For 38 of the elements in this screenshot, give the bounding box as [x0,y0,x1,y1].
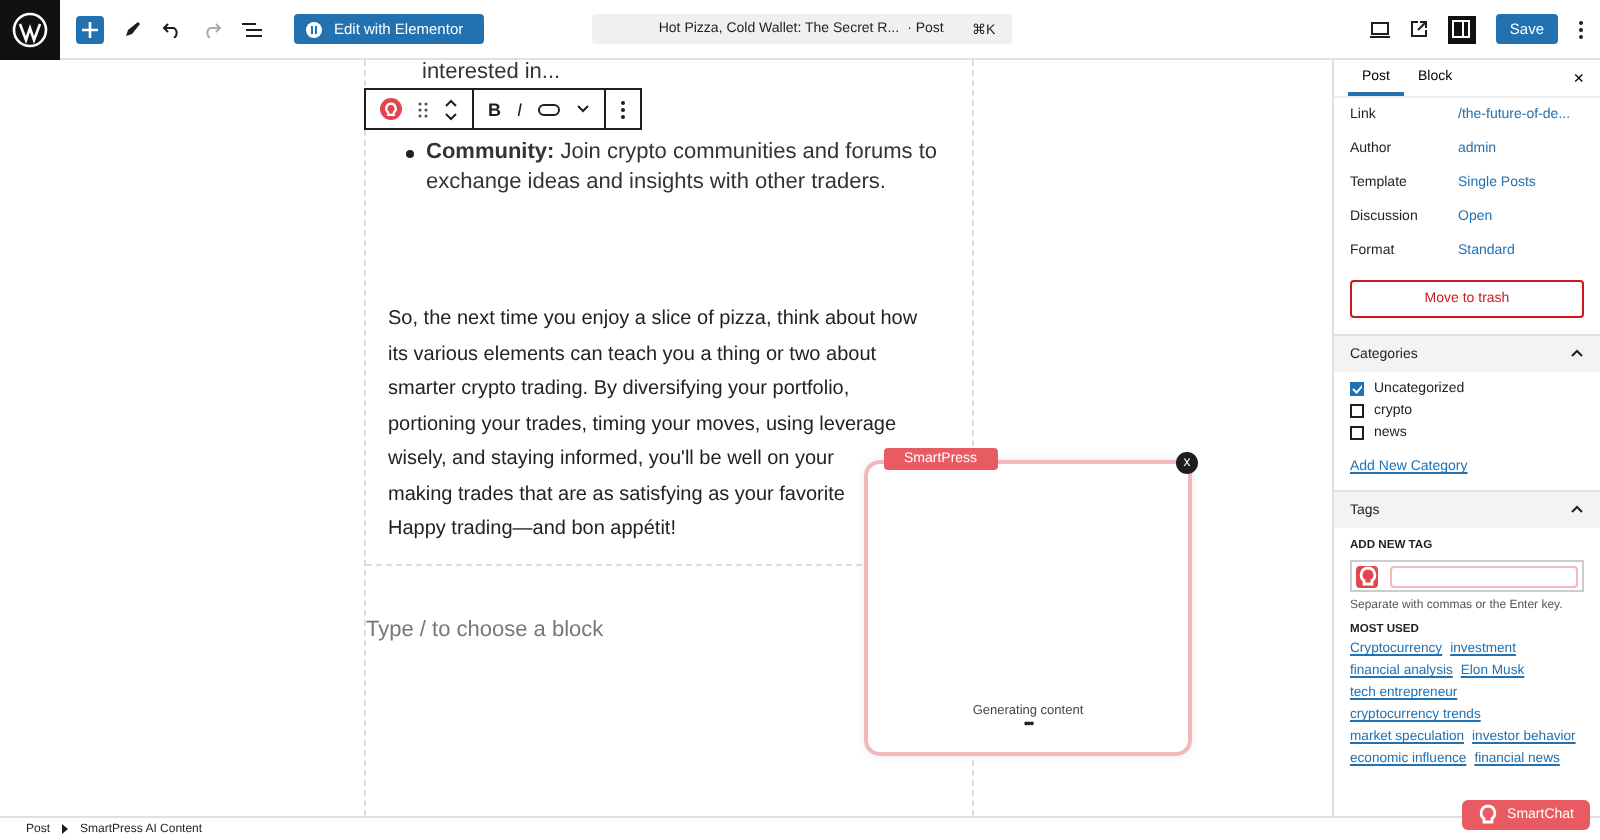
lightbulb-icon [1477,804,1498,826]
external-link-icon[interactable] [1409,20,1428,38]
link-icon[interactable] [538,103,561,115]
chevron-right-icon [62,824,69,834]
paragraph-line: Happy trading—and bon appétit! [388,516,676,544]
bold-button[interactable]: B [488,99,501,119]
paragraph-line: wisely, and staying informed, you'll be well on your [388,446,834,474]
elementor-icon [306,21,322,37]
paragraph-line: portioning your trades, timing your moves, using leverage [388,411,897,439]
checkbox[interactable] [1350,404,1364,418]
settings-sidebar-icon[interactable] [1447,15,1476,43]
close-button[interactable]: × [1573,68,1584,88]
wordpress-logo[interactable] [0,0,60,59]
paragraph-line: So, the next time you enjoy a slice of pizza, think about how [388,306,918,334]
undo-icon[interactable] [162,21,182,37]
checkbox[interactable] [1350,382,1364,396]
tag-input[interactable] [1350,560,1584,592]
italic-button[interactable]: I [517,99,523,119]
chevron-icon[interactable] [1570,503,1584,513]
paragraph-line: smarter crypto trading. By diversifying your portfolio, [388,376,850,404]
desktop-preview-icon[interactable] [1369,21,1390,37]
lightbulb-icon [1357,565,1377,587]
pencil-icon[interactable] [124,20,142,38]
chevron-icon[interactable] [1570,347,1584,357]
list-item-text: Community: Join crypto communities and forums to exchange ideas and insights with other traders. [426,138,940,198]
more-options-icon[interactable] [1578,19,1584,39]
add-block-icon[interactable] [76,15,104,43]
paragraph-text: interested in... [420,60,563,86]
list-view-icon[interactable] [242,21,262,37]
bullet-icon [406,150,414,158]
checkbox[interactable] [1350,426,1364,440]
paragraph-line: making trades that are as satisfying as your favorite [388,481,845,509]
drag-handle-icon[interactable] [418,101,428,117]
paragraph-line: its various elements can teach you a thing or two about [388,341,877,369]
move-arrows-icon[interactable] [444,97,458,121]
chevron-icon[interactable] [576,104,591,114]
more-options-icon[interactable] [620,99,627,119]
lightbulb-icon[interactable] [380,98,402,120]
